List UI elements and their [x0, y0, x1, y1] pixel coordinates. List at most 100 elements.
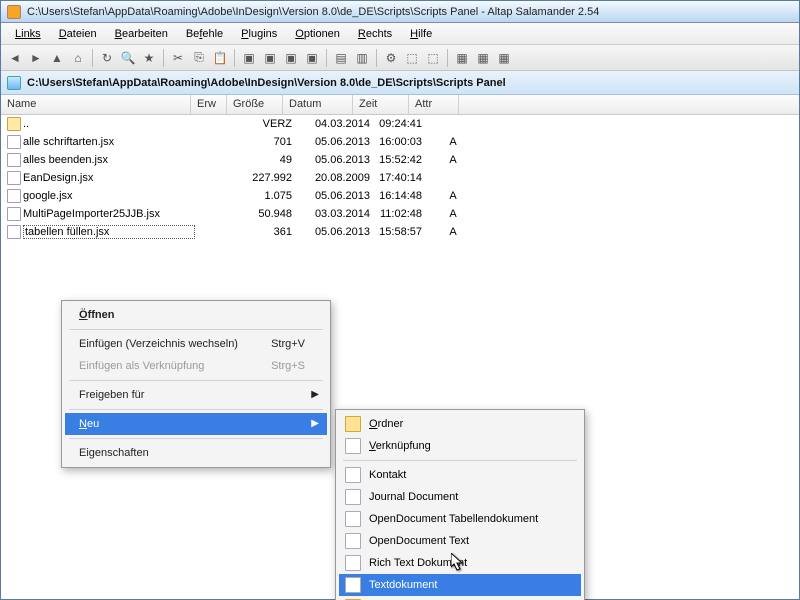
tb-sep	[326, 49, 327, 67]
sub-zip[interactable]: ZIP-komprimierter Ordner	[339, 596, 581, 600]
list-item[interactable]: alles beenden.jsx 49 05.06.2013 15:52:42…	[1, 151, 799, 169]
col-ext[interactable]: Erw	[191, 95, 227, 114]
list-item-selected[interactable]: tabellen füllen.jsx 361 05.06.2013 15:58…	[1, 223, 799, 241]
ctx-sep	[69, 329, 323, 330]
parent-folder-icon	[7, 117, 21, 131]
document-icon	[345, 555, 361, 571]
window-title: C:\Users\Stefan\AppData\Roaming\Adobe\In…	[27, 6, 793, 18]
pathbar[interactable]: C:\Users\Stefan\AppData\Roaming\Adobe\In…	[1, 71, 799, 95]
tb-btn-icon[interactable]: ▥	[352, 48, 372, 68]
sub-folder[interactable]: Ordner	[339, 413, 581, 435]
tb-fwd-icon[interactable]: ►	[26, 48, 46, 68]
list-item[interactable]: MultiPageImporter25JJB.jsx 50.948 03.03.…	[1, 205, 799, 223]
sub-journal[interactable]: Journal Document	[339, 486, 581, 508]
tb-back-icon[interactable]: ◄	[5, 48, 25, 68]
col-time[interactable]: Zeit	[353, 95, 409, 114]
tb-btn-icon[interactable]: ▣	[260, 48, 280, 68]
file-name: ..	[23, 118, 195, 130]
ctx-open[interactable]: Öffnen	[65, 304, 327, 326]
chevron-right-icon: ▶	[311, 418, 319, 429]
tb-find-icon[interactable]: 🔍	[118, 48, 138, 68]
ctx-sep	[343, 460, 577, 461]
tb-btn-icon[interactable]: ⬚	[423, 48, 443, 68]
menu-optionen[interactable]: Optionen	[287, 26, 348, 42]
file-time: 09:24:41	[370, 118, 428, 130]
tb-root-icon[interactable]: ⌂	[68, 48, 88, 68]
list-item[interactable]: .. VERZ 04.03.2014 09:24:41	[1, 115, 799, 133]
col-date[interactable]: Datum	[283, 95, 353, 114]
file-icon	[7, 153, 21, 167]
tb-cut-icon[interactable]: ✂	[168, 48, 188, 68]
tb-btn-icon[interactable]: ⬚	[402, 48, 422, 68]
tb-btn-icon[interactable]: ▦	[473, 48, 493, 68]
tb-btn-icon[interactable]: ⚙	[381, 48, 401, 68]
ctx-share[interactable]: Freigeben für▶	[65, 384, 327, 406]
file-pane[interactable]: .. VERZ 04.03.2014 09:24:41 alle schrift…	[1, 115, 799, 599]
titlebar: C:\Users\Stefan\AppData\Roaming\Adobe\In…	[1, 1, 799, 23]
ctx-sep	[69, 438, 323, 439]
path-text: C:\Users\Stefan\AppData\Roaming\Adobe\In…	[27, 77, 506, 89]
tb-btn-icon[interactable]: ▦	[452, 48, 472, 68]
document-icon	[345, 533, 361, 549]
tb-refresh-icon[interactable]: ↻	[97, 48, 117, 68]
app-icon	[7, 5, 21, 19]
ctx-properties[interactable]: Eigenschaften	[65, 442, 327, 464]
col-name[interactable]: Name	[1, 95, 191, 114]
sub-ods[interactable]: OpenDocument Tabellendokument	[339, 508, 581, 530]
tb-btn-icon[interactable]: ▣	[281, 48, 301, 68]
menubar: Links Dateien Bearbeiten Befehle Plugins…	[1, 23, 799, 45]
folder-icon	[345, 416, 361, 432]
tb-paste-icon[interactable]: 📋	[210, 48, 230, 68]
file-name: alle schriftarten.jsx	[23, 136, 195, 148]
file-icon	[7, 207, 21, 221]
drive-icon[interactable]	[7, 76, 21, 90]
tb-btn-icon[interactable]: ▣	[239, 48, 259, 68]
context-menu: Öffnen Einfügen (Verzeichnis wechseln)St…	[61, 300, 331, 468]
file-icon	[7, 135, 21, 149]
tb-up-icon[interactable]: ▲	[47, 48, 67, 68]
tb-sep	[376, 49, 377, 67]
col-attr[interactable]: Attr	[409, 95, 459, 114]
tb-sep	[234, 49, 235, 67]
shortcut-icon	[345, 438, 361, 454]
ctx-new[interactable]: Neu▶	[65, 413, 327, 435]
column-headers: Name Erw Größe Datum Zeit Attr	[1, 95, 799, 115]
menu-plugins[interactable]: Plugins	[233, 26, 285, 42]
col-size[interactable]: Größe	[227, 95, 283, 114]
file-icon	[7, 171, 21, 185]
tb-sep	[92, 49, 93, 67]
file-size: VERZ	[240, 118, 300, 130]
menu-rechts[interactable]: Rechts	[350, 26, 400, 42]
tb-fav-icon[interactable]: ★	[139, 48, 159, 68]
tb-btn-icon[interactable]: ▤	[331, 48, 351, 68]
file-date: 04.03.2014	[300, 118, 370, 130]
menu-hilfe[interactable]: Hilfe	[402, 26, 440, 42]
tb-sep	[447, 49, 448, 67]
menu-bearbeiten[interactable]: Bearbeiten	[107, 26, 176, 42]
sub-contact[interactable]: Kontakt	[339, 464, 581, 486]
chevron-right-icon: ▶	[311, 389, 319, 400]
tb-sep	[163, 49, 164, 67]
shortcut-label: Strg+V	[271, 338, 305, 350]
menu-links-label: inks	[21, 28, 41, 40]
app-window: C:\Users\Stefan\AppData\Roaming\Adobe\In…	[0, 0, 800, 600]
list-item[interactable]: alle schriftarten.jsx 701 05.06.2013 16:…	[1, 133, 799, 151]
ctx-paste[interactable]: Einfügen (Verzeichnis wechseln)Strg+V	[65, 333, 327, 355]
tb-copy-icon[interactable]: ⎘	[189, 48, 209, 68]
sub-text-document[interactable]: Textdokument	[339, 574, 581, 596]
toolbar: ◄ ► ▲ ⌂ ↻ 🔍 ★ ✂ ⎘ 📋 ▣ ▣ ▣ ▣ ▤ ▥ ⚙ ⬚ ⬚ ▦ …	[1, 45, 799, 71]
menu-befehle[interactable]: Befehle	[178, 26, 231, 42]
context-submenu-new: Ordner Verknüpfung Kontakt Journal Docum…	[335, 409, 585, 600]
spreadsheet-icon	[345, 511, 361, 527]
sub-rtf[interactable]: Rich Text Dokument	[339, 552, 581, 574]
tb-btn-icon[interactable]: ▦	[494, 48, 514, 68]
tb-btn-icon[interactable]: ▣	[302, 48, 322, 68]
text-file-icon	[345, 577, 361, 593]
list-item[interactable]: google.jsx 1.075 05.06.2013 16:14:48 A	[1, 187, 799, 205]
sub-shortcut[interactable]: Verknüpfung	[339, 435, 581, 457]
list-item[interactable]: EanDesign.jsx 227.992 20.08.2009 17:40:1…	[1, 169, 799, 187]
contact-icon	[345, 467, 361, 483]
menu-dateien[interactable]: Dateien	[51, 26, 105, 42]
menu-links[interactable]: Links	[7, 26, 49, 42]
sub-odt[interactable]: OpenDocument Text	[339, 530, 581, 552]
